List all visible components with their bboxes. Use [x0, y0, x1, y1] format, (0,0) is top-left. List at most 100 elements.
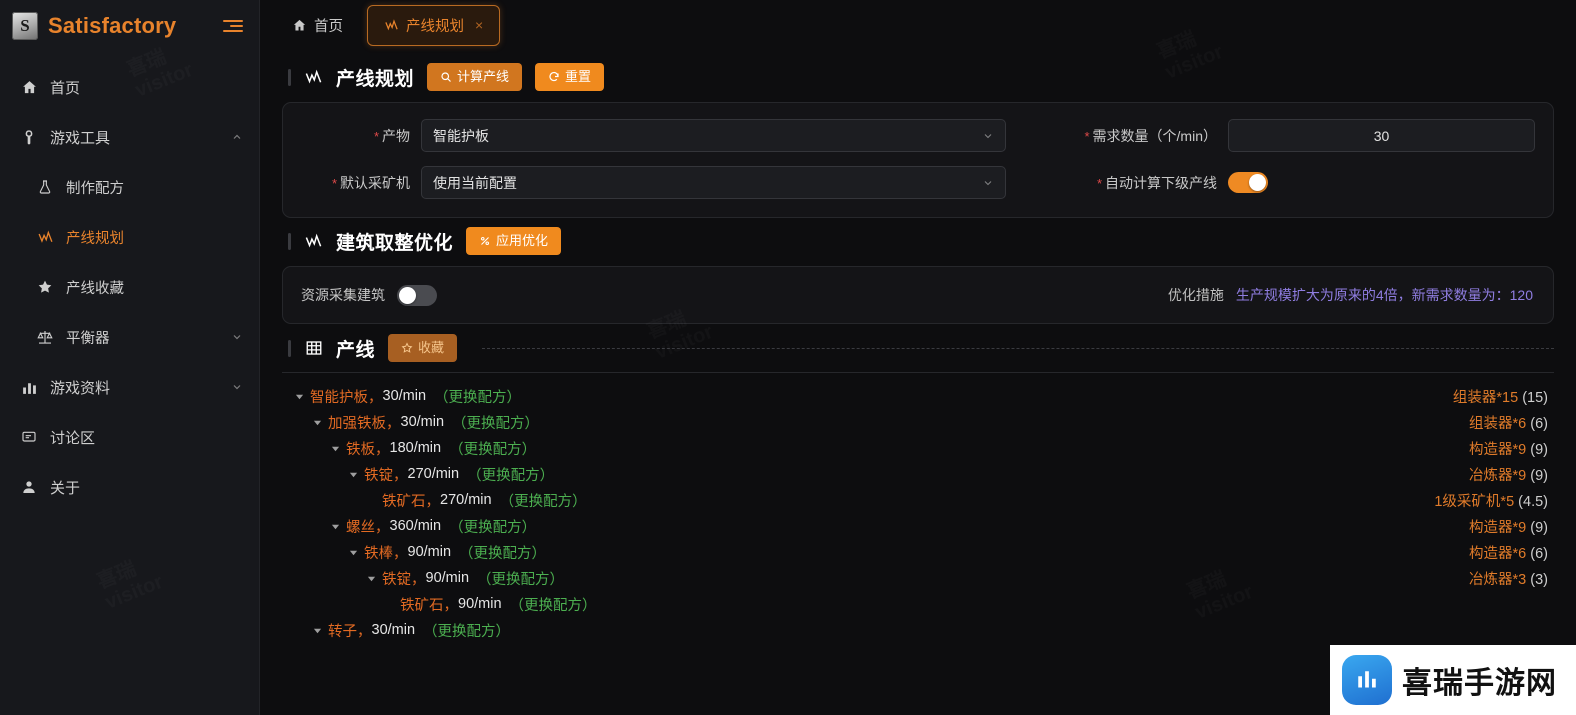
expand-arrow-icon[interactable]: [292, 392, 306, 401]
expand-arrow-icon[interactable]: [346, 470, 360, 479]
chevron-down-icon: [231, 331, 243, 343]
sidebar-item-label: 产线收藏: [66, 280, 124, 297]
search-icon: [440, 71, 452, 83]
sidebar-item-line-favorites[interactable]: 产线收藏: [0, 262, 259, 312]
collapse-menu-icon[interactable]: [223, 16, 245, 36]
building-count: 构造器*9 (9): [1469, 516, 1554, 537]
sidebar: 喜瑞 visitor 喜瑞 visitor S Satisfactory 首页 …: [0, 0, 260, 715]
building-name: 组装器: [1469, 415, 1513, 432]
optimize-section-header: 建筑取整优化 应用优化: [282, 218, 1554, 264]
item-name: 铁矿石，: [400, 597, 458, 614]
comment-icon: [20, 428, 38, 446]
change-recipe-link[interactable]: （更换配方）: [449, 438, 536, 459]
miner-select[interactable]: 使用当前配置: [421, 166, 1006, 199]
expand-arrow-icon[interactable]: [328, 522, 342, 531]
tab-line-planner[interactable]: 产线规划 ×: [367, 4, 501, 46]
building-actual: (9): [1530, 441, 1548, 458]
section-accent-bar: [288, 232, 291, 250]
form-row-miner: * 默认采矿机 使用当前配置 * 自动计算下级产线: [301, 166, 1535, 199]
diamond-logo-icon: [1342, 655, 1392, 705]
scales-icon: [36, 328, 54, 346]
change-recipe-link[interactable]: （更换配方）: [423, 620, 510, 641]
change-recipe-link[interactable]: （更换配方）: [449, 516, 536, 537]
favorite-button[interactable]: 收藏: [388, 334, 458, 362]
item-name: 铁矿石，: [382, 493, 440, 510]
button-label: 收藏: [418, 340, 445, 356]
building-count: 冶炼器*3 (3): [1469, 568, 1554, 589]
sidebar-item-about[interactable]: 关于: [0, 462, 259, 512]
chevron-up-icon: [231, 131, 243, 143]
building-name: 1级采矿机: [1434, 493, 1501, 510]
product-select[interactable]: 智能护板: [421, 119, 1006, 152]
sidebar-item-label: 游戏资料: [50, 379, 111, 397]
calculate-line-button[interactable]: 计算产线: [427, 63, 523, 91]
building-count: 组装器*15 (15): [1453, 386, 1554, 407]
item-name: 智能护板，: [310, 389, 383, 406]
change-recipe-link[interactable]: （更换配方）: [510, 594, 597, 615]
table-row: 螺丝， 360/min （更换配方） 构造器*9 (9): [282, 513, 1554, 539]
miner-label: * 默认采矿机: [331, 174, 410, 191]
change-recipe-link[interactable]: （更换配方）: [459, 542, 546, 563]
expand-arrow-icon[interactable]: [364, 574, 378, 583]
toggle-knob: [399, 286, 416, 304]
auto-calc-field-group: * 自动计算下级产线: [1043, 172, 1535, 193]
sidebar-item-game-data[interactable]: 游戏资料: [0, 362, 259, 412]
building-count: 构造器*6 (6): [1469, 542, 1554, 563]
planner-form-card: * 产物 智能护板 * 需求数量（个/min） 30 * 默认采矿机 使用当前配…: [282, 102, 1554, 218]
building-actual: (4.5): [1518, 493, 1548, 510]
change-recipe-link[interactable]: （更换配方）: [434, 386, 521, 407]
change-recipe-link[interactable]: （更换配方）: [467, 464, 554, 485]
building-multiplier: *3: [1512, 571, 1527, 588]
sidebar-item-line-planner[interactable]: 产线规划: [0, 212, 259, 262]
app-title: Satisfactory: [48, 13, 177, 38]
production-title: 产线: [336, 339, 376, 361]
resource-building-toggle[interactable]: [397, 284, 437, 306]
home-icon: [20, 78, 38, 96]
star-icon: [401, 342, 413, 354]
building-actual: (9): [1530, 467, 1548, 484]
production-tree: 智能护板， 30/min （更换配方） 组装器*15 (15) 加强铁板， 30/min （…: [282, 372, 1554, 648]
item-rate: 30/min: [400, 414, 445, 430]
expand-arrow-icon[interactable]: [346, 548, 360, 557]
tab-label: 产线规划: [406, 18, 464, 35]
auto-calc-toggle[interactable]: [1228, 172, 1268, 193]
section-accent-bar: [288, 339, 291, 357]
chevron-down-icon: [231, 381, 243, 393]
building-multiplier: *6: [1512, 545, 1527, 562]
product-select-value: 智能护板: [433, 127, 489, 144]
expand-arrow-icon[interactable]: [310, 418, 324, 427]
sidebar-item-discussion[interactable]: 讨论区: [0, 412, 259, 462]
expand-arrow-icon[interactable]: [310, 626, 324, 635]
expand-arrow-icon[interactable]: [328, 444, 342, 453]
table-row: 转子， 30/min （更换配方）: [282, 617, 1554, 643]
item-rate: 270/min: [407, 466, 460, 482]
watermark: 喜瑞 visitor: [94, 550, 166, 613]
item-rate: 30/min: [382, 388, 427, 404]
sidebar-item-balancer[interactable]: 平衡器: [0, 312, 259, 362]
star-icon: [36, 278, 54, 296]
table-row: 铁锭， 90/min （更换配方） 冶炼器*3 (3): [282, 565, 1554, 591]
button-label: 重置: [565, 69, 592, 85]
change-recipe-link[interactable]: （更换配方）: [452, 412, 539, 433]
close-icon[interactable]: ×: [475, 17, 483, 33]
change-recipe-link[interactable]: （更换配方）: [500, 490, 587, 511]
building-multiplier: *6: [1512, 415, 1527, 432]
optimize-measure-label: 优化措施: [1167, 287, 1224, 303]
item-rate: 30/min: [371, 622, 416, 638]
sidebar-item-home[interactable]: 首页: [0, 62, 259, 112]
sidebar-item-recipes[interactable]: 制作配方: [0, 162, 259, 212]
sidebar-item-game-tools[interactable]: 游戏工具: [0, 112, 259, 162]
form-row-product: * 产物 智能护板 * 需求数量（个/min） 30: [301, 119, 1535, 152]
chart-line-icon: [384, 18, 399, 33]
change-recipe-link[interactable]: （更换配方）: [477, 568, 564, 589]
building-multiplier: *9: [1512, 441, 1527, 458]
reset-button[interactable]: 重置: [535, 63, 605, 91]
tab-home[interactable]: 首页: [282, 11, 353, 40]
optimize-measure-group: 优化措施 生产规模扩大为原来的4倍，新需求数量为：120: [1168, 285, 1533, 305]
apply-optimize-button[interactable]: 应用优化: [466, 227, 562, 255]
building-actual: (9): [1530, 519, 1548, 536]
page-title: 产线规划: [336, 68, 415, 90]
miner-select-value: 使用当前配置: [433, 174, 517, 191]
chevron-down-icon: [982, 130, 994, 142]
demand-input[interactable]: 30: [1228, 119, 1535, 152]
